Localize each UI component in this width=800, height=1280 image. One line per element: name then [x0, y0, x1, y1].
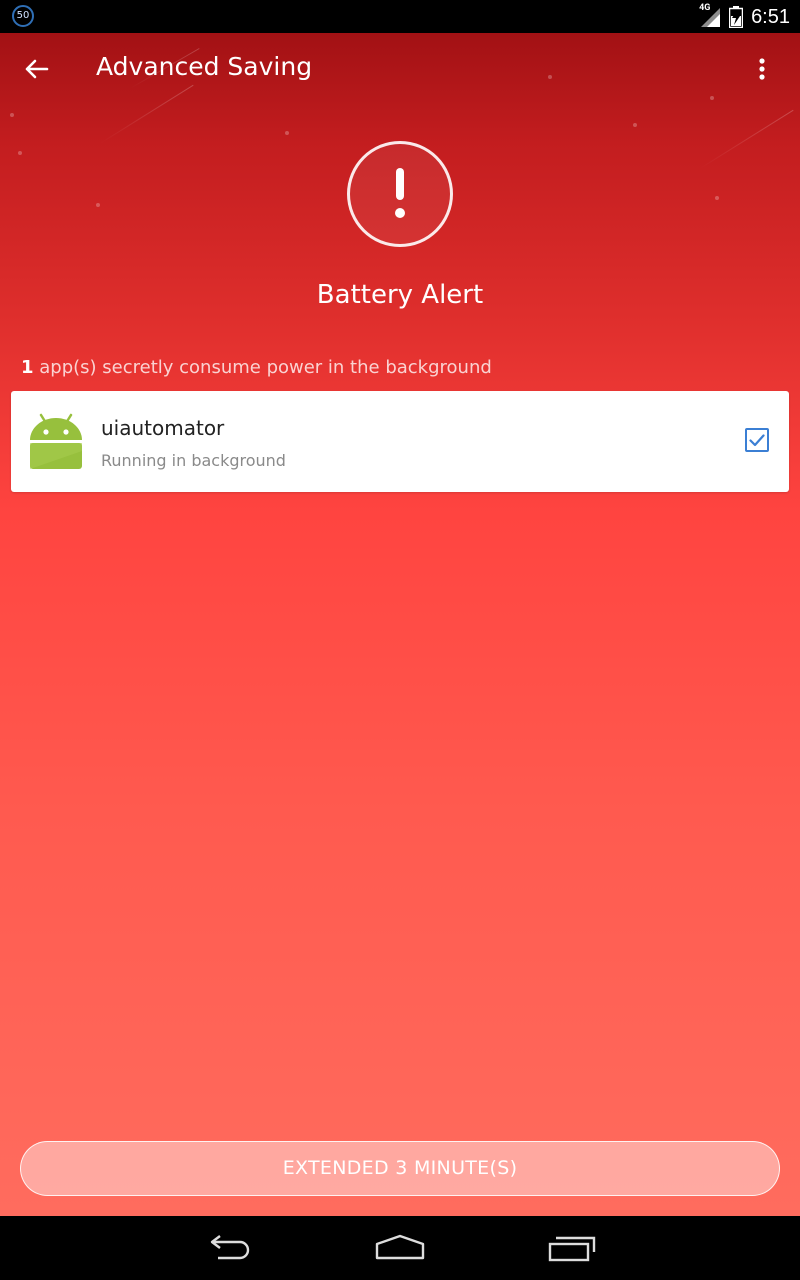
- nav-recents-button[interactable]: [542, 1230, 602, 1266]
- arrow-back-icon: [25, 59, 49, 79]
- nav-back-button[interactable]: [200, 1230, 260, 1266]
- nav-back-icon: [210, 1235, 250, 1260]
- navigation-bar: [0, 1216, 800, 1280]
- summary-message: app(s) secretly consume power in the bac…: [33, 357, 492, 378]
- decorative-streak: [699, 109, 794, 169]
- decorative-sparkle: [96, 203, 100, 207]
- android-icon: [29, 411, 83, 469]
- alert-title: Battery Alert: [316, 280, 484, 310]
- decorative-sparkle: [285, 131, 289, 135]
- nav-recents-icon: [548, 1236, 596, 1262]
- nav-home-button[interactable]: [370, 1230, 430, 1266]
- app-screen: Advanced Saving Battery Alert 1 app(s) s…: [0, 33, 800, 1216]
- list-item[interactable]: uiautomator Running in background: [11, 391, 789, 492]
- decorative-sparkle: [715, 196, 719, 200]
- extend-button[interactable]: EXTENDED 3 MINUTE(S): [20, 1141, 780, 1196]
- app-status: Running in background: [101, 451, 286, 470]
- status-bar: 50 4G 6:51: [0, 0, 800, 33]
- decorative-sparkle: [18, 151, 22, 155]
- app-count: 1: [21, 357, 34, 378]
- alert-badge: [347, 141, 453, 247]
- page-title: Advanced Saving: [96, 52, 313, 81]
- network-type-label: 4G: [699, 3, 711, 13]
- checkmark-icon: [749, 434, 765, 447]
- notification-badge-icon: 50: [12, 5, 34, 27]
- app-select-checkbox[interactable]: [745, 428, 769, 452]
- toolbar: Advanced Saving: [0, 33, 800, 105]
- more-options-button[interactable]: [746, 49, 778, 89]
- decorative-sparkle: [10, 113, 14, 117]
- clock: 6:51: [751, 5, 790, 28]
- exclamation-icon: [395, 168, 405, 218]
- summary-text: 1 app(s) secretly consume power in the b…: [21, 357, 492, 378]
- back-button[interactable]: [16, 49, 56, 89]
- app-name: uiautomator: [101, 416, 225, 440]
- more-vert-icon: [759, 58, 765, 80]
- signal-icon: 4G: [699, 3, 721, 28]
- battery-icon: [728, 6, 744, 29]
- decorative-sparkle: [633, 123, 637, 127]
- nav-home-icon: [375, 1234, 425, 1260]
- status-icons: 4G 6:51: [699, 3, 790, 30]
